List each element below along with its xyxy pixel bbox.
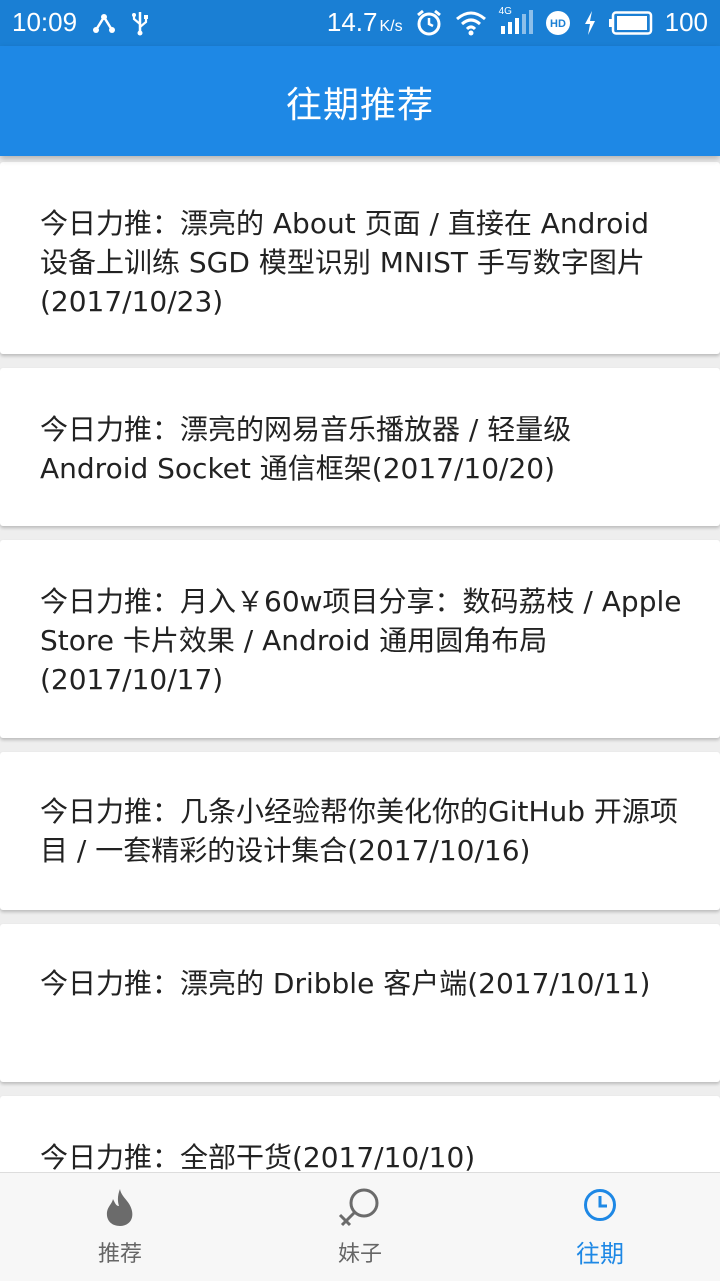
tab-history-label: 往期 (576, 1240, 624, 1268)
female-symbol-icon (336, 1187, 384, 1235)
charging-icon (583, 10, 597, 36)
list-item[interactable]: 今日力推：漂亮的 Dribble 客户端(2017/10/11) (0, 924, 720, 1082)
status-time: 10:09 (12, 7, 78, 37)
battery-icon (608, 10, 653, 35)
tab-recommend-label: 推荐 (97, 1242, 142, 1267)
list-item-title: 今日力推：几条小经验帮你美化你的GitHub 开源项目 / 一套精彩的设计集合(… (40, 795, 678, 867)
flame-icon (102, 1187, 138, 1231)
list-item-title: 今日力推：漂亮的 About 页面 / 直接在 Android 设备上训练 SG… (40, 207, 649, 318)
network-type: 4G (498, 5, 512, 17)
bottom-navigation: 推荐 妹子 往期 (0, 1172, 720, 1281)
page-title: 往期推荐 (285, 85, 434, 126)
list-item-title: 今日力推：漂亮的网易音乐播放器 / 轻量级 Android Socket 通信框… (40, 413, 572, 485)
list-item-title: 今日力推：全部干货(2017/10/10) (40, 1141, 476, 1172)
list-item[interactable]: 今日力推：漂亮的 About 页面 / 直接在 Android 设备上训练 SG… (0, 162, 720, 354)
list-item[interactable]: 今日力推：月入￥60w项目分享：数码荔枝 / Apple Store 卡片效果 … (0, 540, 720, 738)
list-item[interactable]: 今日力推：几条小经验帮你美化你的GitHub 开源项目 / 一套精彩的设计集合(… (0, 752, 720, 910)
clock-icon (582, 1187, 618, 1227)
network-speed-value: 14.7 (326, 7, 378, 37)
list-item-title: 今日力推：月入￥60w项目分享：数码荔枝 / Apple Store 卡片效果 … (40, 585, 682, 696)
svg-text:HD: HD (550, 18, 566, 30)
status-bar: 10:09 14.7 K/s 4G HD 100 (0, 0, 720, 46)
alarm-icon (415, 9, 443, 37)
list-item-title: 今日力推：漂亮的 Dribble 客户端(2017/10/11) (40, 967, 651, 1000)
list-item[interactable]: 今日力推：全部干货(2017/10/10) (0, 1096, 720, 1172)
list-item[interactable]: 今日力推：漂亮的网易音乐播放器 / 轻量级 Android Socket 通信框… (0, 368, 720, 526)
share-icon (91, 11, 117, 35)
app-bar: 往期推荐 (0, 46, 720, 156)
hd-icon: HD (545, 10, 571, 36)
tab-girls-label: 妹子 (337, 1242, 382, 1267)
network-speed: 14.7 K/s (327, 7, 403, 38)
recommendation-list[interactable]: 今日力推：漂亮的 About 页面 / 直接在 Android 设备上训练 SG… (0, 156, 720, 1172)
tab-recommend[interactable]: 推荐 (0, 1173, 240, 1281)
tab-girls[interactable]: 妹子 (240, 1173, 480, 1281)
usb-icon (131, 10, 149, 36)
tab-history[interactable]: 往期 (480, 1173, 720, 1281)
wifi-icon (455, 10, 487, 36)
network-speed-unit: K/s (379, 18, 403, 35)
signal-icon: 4G (499, 6, 533, 36)
battery-level: 100 (664, 7, 708, 37)
